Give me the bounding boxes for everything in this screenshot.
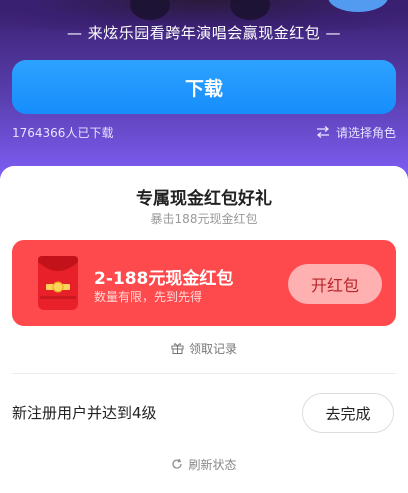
- role-select-label: 请选择角色: [335, 125, 396, 140]
- red-packet-title: 2-188元现金红包: [94, 269, 234, 289]
- red-packet-icon: [38, 256, 78, 310]
- card-subtitle: 暴击188元现金红包: [150, 212, 258, 226]
- promo-tagline: — 来炫乐园看跨年演唱会赢现金红包 —: [66, 24, 342, 42]
- red-packet-subtitle: 数量有限，先到先得: [94, 290, 203, 304]
- refresh-status-label: 刷新状态: [188, 457, 237, 472]
- role-select-link[interactable]: 请选择角色: [316, 124, 396, 141]
- banner-decoration: [230, 0, 270, 20]
- go-complete-button[interactable]: 去完成: [302, 393, 394, 433]
- banner-decoration: [130, 0, 170, 20]
- download-count: 1764366人已下载: [12, 125, 114, 140]
- task-label: 新注册用户并达到4级: [12, 404, 157, 422]
- download-button[interactable]: 下载: [12, 60, 396, 114]
- refresh-status-link[interactable]: 刷新状态: [0, 456, 408, 472]
- open-red-packet-button[interactable]: 开红包: [288, 264, 382, 304]
- stats-row: 1764366人已下载 请选择角色: [12, 124, 396, 140]
- gift-box-icon: [171, 343, 184, 354]
- divider: [12, 373, 396, 374]
- records-label: 领取记录: [188, 341, 237, 356]
- reward-card: 专属现金红包好礼 暴击188元现金红包 2-188元现金红包 数量有限，先到先得…: [0, 166, 408, 493]
- records-link[interactable]: 领取记录: [0, 340, 408, 356]
- red-packet-banner: 2-188元现金红包 数量有限，先到先得 开红包: [12, 240, 396, 326]
- banner-glow: [328, 0, 388, 12]
- card-title: 专属现金红包好礼: [136, 189, 272, 209]
- swap-icon: [316, 126, 329, 138]
- refresh-icon: [172, 458, 183, 469]
